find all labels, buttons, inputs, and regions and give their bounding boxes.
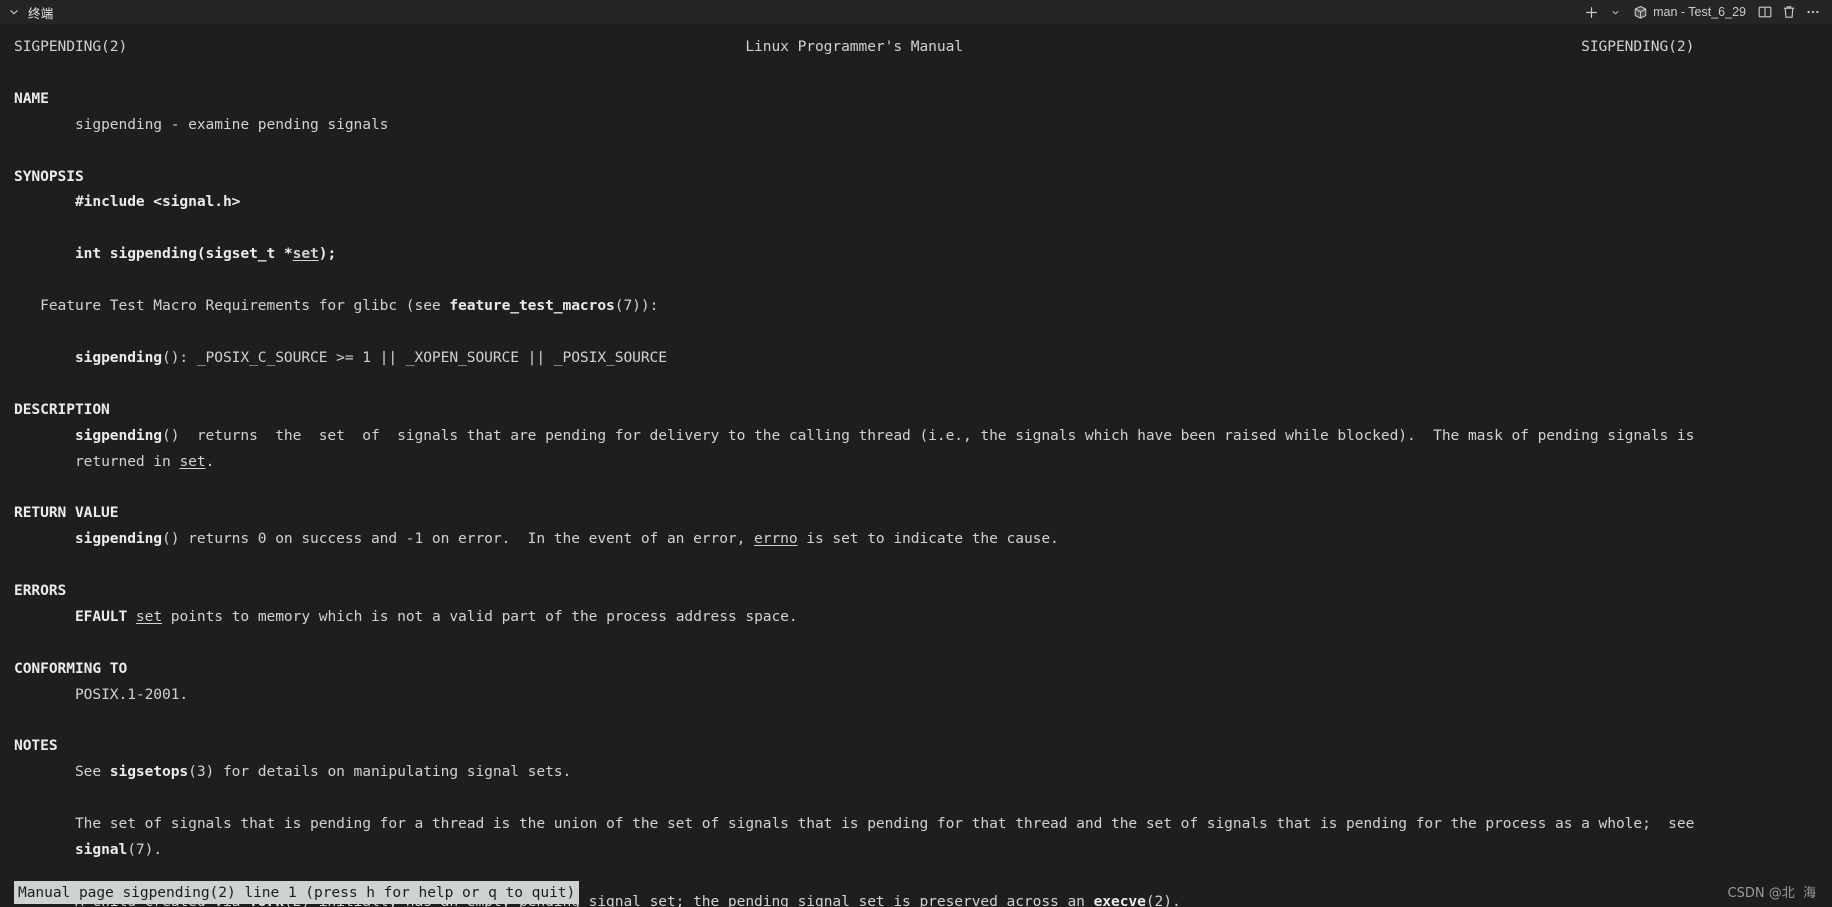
man-header-spacer-1 xyxy=(127,38,745,55)
new-terminal-dropdown-chevron-down-icon[interactable] xyxy=(1605,2,1625,22)
notes-p1-ref: sigsetops xyxy=(109,763,189,781)
description-line2-arg: set xyxy=(179,452,206,470)
terminal-tab-label: man - Test_6_29 xyxy=(1653,5,1746,19)
errors-code: EFAULT xyxy=(74,607,128,625)
synopsis-prototype-pre: int sigpending(sigset_t * xyxy=(74,245,293,263)
man-header-right: SIGPENDING(2) xyxy=(1581,38,1695,55)
return-value-line-post: is set to indicate the cause. xyxy=(797,530,1059,548)
description-line2-post: . xyxy=(205,452,215,470)
notes-p2-post: (7). xyxy=(127,841,163,859)
synopsis-prototype-arg: set xyxy=(292,245,319,263)
terminal-panel-titlebar: 终端 man - Test_6_29 xyxy=(0,0,1832,25)
panel-title-group: 终端 xyxy=(6,3,54,22)
synopsis-prototype-post: ); xyxy=(318,245,337,263)
notes-p2-line1: The set of signals that is pending for a… xyxy=(74,815,1695,833)
section-heading-return-value: RETURN VALUE xyxy=(14,504,119,522)
ftm-line-pre: Feature Test Macro Requirements for glib… xyxy=(40,297,450,315)
terminal-content[interactable]: SIGPENDING(2) Linux Programmer's Manual … xyxy=(0,25,1832,907)
cube-icon xyxy=(1633,5,1648,20)
section-heading-synopsis: SYNOPSIS xyxy=(14,167,84,185)
section-heading-conforming-to: CONFORMING TO xyxy=(14,659,128,677)
split-editor-icon[interactable] xyxy=(1754,2,1776,22)
errors-text: points to memory which is not a valid pa… xyxy=(162,607,798,625)
terminal-tab[interactable]: man - Test_6_29 xyxy=(1627,2,1752,22)
description-line1: () returns the set of signals that are p… xyxy=(162,426,1695,444)
chevron-down-icon[interactable] xyxy=(6,4,22,20)
errors-arg: set xyxy=(135,607,163,625)
conforming-to-body: POSIX.1-2001. xyxy=(74,685,189,703)
section-heading-description: DESCRIPTION xyxy=(14,400,110,418)
section-heading-notes: NOTES xyxy=(14,737,58,755)
ftm-line-post: (7)): xyxy=(614,297,659,315)
ellipsis-icon[interactable] xyxy=(1802,2,1824,22)
section-heading-errors: ERRORS xyxy=(14,582,67,600)
new-terminal-icon[interactable] xyxy=(1580,2,1603,22)
man-header-spacer-2 xyxy=(963,38,1581,55)
errno-ref: errno xyxy=(754,530,798,548)
man-header-center: Linux Programmer's Manual xyxy=(745,38,963,55)
name-body: sigpending - examine pending signals xyxy=(74,115,389,133)
notes-p1-post: (3) for details on manipulating signal s… xyxy=(188,763,572,781)
ftm-requirements: (): _POSIX_C_SOURCE >= 1 || _XOPEN_SOURC… xyxy=(162,348,667,366)
notes-p2-ref: signal xyxy=(74,841,128,859)
panel-title: 终端 xyxy=(28,5,54,21)
ftm-link: feature_test_macros xyxy=(449,297,615,315)
return-value-line-pre: () returns 0 on success and -1 on error.… xyxy=(162,530,755,548)
watermark: CSDN @北 海 xyxy=(1727,886,1816,901)
description-func: sigpending xyxy=(74,426,163,444)
man-header-left: SIGPENDING(2) xyxy=(14,38,128,55)
trash-icon[interactable] xyxy=(1778,2,1800,22)
notes-p3-post: (2). xyxy=(1145,892,1181,907)
less-status-line: Manual page sigpending(2) line 1 (press … xyxy=(14,881,580,904)
ftm-func: sigpending xyxy=(74,348,163,366)
return-value-func: sigpending xyxy=(74,530,163,548)
notes-p3-ref2: execve xyxy=(1093,892,1146,907)
man-page-text: SIGPENDING(2) Linux Programmer's Manual … xyxy=(0,34,1832,907)
notes-p1-pre: See xyxy=(74,763,110,781)
section-heading-name: NAME xyxy=(14,89,49,107)
synopsis-include: #include <signal.h> xyxy=(74,193,241,211)
description-line2-pre: returned in xyxy=(74,452,180,470)
panel-actions: man - Test_6_29 xyxy=(1580,2,1824,22)
